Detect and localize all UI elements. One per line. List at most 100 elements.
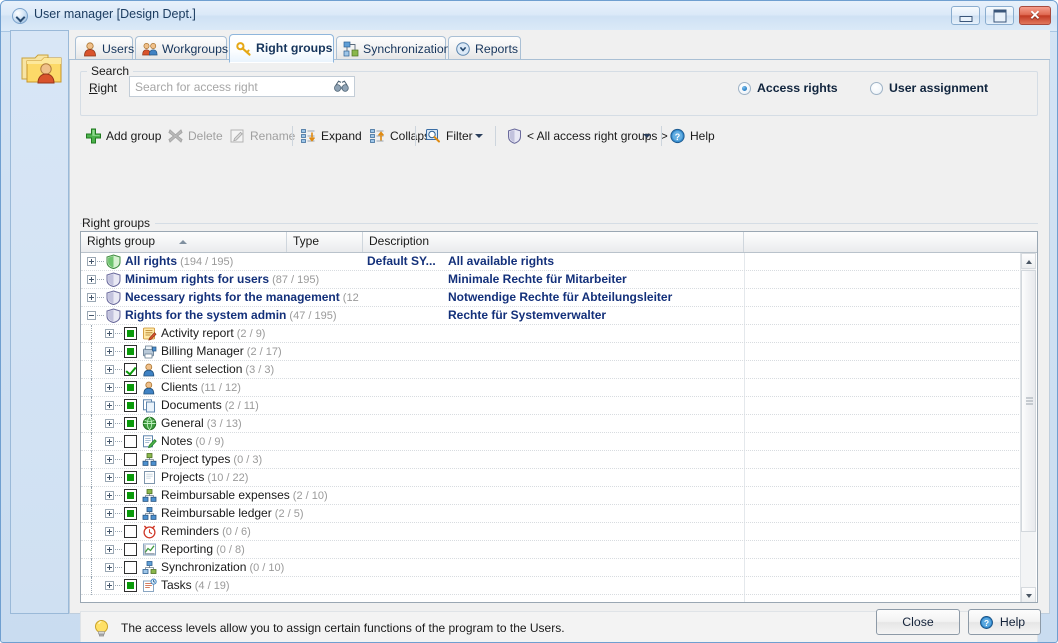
chevron-circle-icon xyxy=(12,8,28,24)
tab-synchronization[interactable]: Synchronization xyxy=(336,36,446,61)
tab-workgroups[interactable]: Workgroups xyxy=(135,36,227,61)
table-row[interactable]: Synchronization (0 / 10) xyxy=(81,559,1021,577)
add-group-button[interactable]: Add group xyxy=(84,122,161,150)
collapse-node-icon[interactable] xyxy=(87,311,96,320)
delete-button[interactable]: Delete xyxy=(166,122,223,150)
minimize-button[interactable] xyxy=(951,6,980,25)
filter-button[interactable]: Filter xyxy=(424,122,473,150)
tree-connector xyxy=(91,361,93,379)
table-row[interactable]: Billing Manager (2 / 17) xyxy=(81,343,1021,361)
tab-reports[interactable]: Reports xyxy=(448,36,521,61)
row-checkbox[interactable] xyxy=(124,381,137,394)
expand-node-icon[interactable] xyxy=(105,527,114,536)
table-row[interactable]: Necessary rights for the management (12N… xyxy=(81,289,1021,307)
table-row[interactable]: Reimbursable ledger (2 / 5) xyxy=(81,505,1021,523)
row-checkbox[interactable] xyxy=(124,471,137,484)
row-checkbox[interactable] xyxy=(124,453,137,466)
row-checkbox[interactable] xyxy=(124,507,137,520)
row-checkbox[interactable] xyxy=(124,489,137,502)
table-row[interactable]: Projects (10 / 22) xyxy=(81,469,1021,487)
row-name: All rights (194 / 195) xyxy=(125,253,233,270)
table-row[interactable]: Project types (0 / 3) xyxy=(81,451,1021,469)
row-checkbox[interactable] xyxy=(124,525,137,538)
group-dropdown-arrow-icon[interactable] xyxy=(643,134,651,138)
expand-node-icon[interactable] xyxy=(105,581,114,590)
toolbar-separator xyxy=(292,126,293,146)
table-row[interactable]: Reporting (0 / 8) xyxy=(81,541,1021,559)
table-row[interactable]: Reminders (0 / 6) xyxy=(81,523,1021,541)
expand-node-icon[interactable] xyxy=(87,293,96,302)
toolbar-help-button[interactable]: ? Help xyxy=(668,122,715,150)
expand-node-icon[interactable] xyxy=(87,257,96,266)
column-label: Type xyxy=(293,234,319,248)
expand-button[interactable]: Expand xyxy=(299,122,362,150)
table-row[interactable]: Client selection (3 / 3) xyxy=(81,361,1021,379)
expand-node-icon[interactable] xyxy=(105,491,114,500)
tab-users[interactable]: Users xyxy=(75,36,133,61)
expand-node-icon[interactable] xyxy=(105,383,114,392)
scroll-down-button[interactable] xyxy=(1021,587,1036,603)
radio-user-assignment[interactable]: User assignment xyxy=(870,81,988,95)
svg-text:?: ? xyxy=(675,132,681,142)
help-button[interactable]: ? Help xyxy=(968,609,1041,635)
help-button-label: Help xyxy=(1000,615,1025,629)
expand-node-icon[interactable] xyxy=(105,347,114,356)
table-row[interactable]: Minimum rights for users (87 / 195)Minim… xyxy=(81,271,1021,289)
close-window-button[interactable]: ✕ xyxy=(1019,6,1051,25)
expand-node-icon[interactable] xyxy=(105,509,114,518)
search-input[interactable] xyxy=(130,77,330,96)
table-row[interactable]: Reimbursable expenses (2 / 10) xyxy=(81,487,1021,505)
row-checkbox[interactable] xyxy=(124,363,137,376)
column-header-type[interactable]: Type xyxy=(287,232,363,252)
table-row[interactable]: Notes (0 / 9) xyxy=(81,433,1021,451)
expand-node-icon[interactable] xyxy=(105,401,114,410)
scroll-up-button[interactable] xyxy=(1021,253,1036,269)
binoculars-icon[interactable] xyxy=(334,80,349,93)
radio-access-rights[interactable]: Access rights xyxy=(738,81,838,95)
expand-node-icon[interactable] xyxy=(105,563,114,572)
row-checkbox[interactable] xyxy=(124,417,137,430)
table-row[interactable]: Tasks (4 / 19) xyxy=(81,577,1021,595)
filter-dropdown-arrow-icon[interactable] xyxy=(475,134,483,138)
row-checkbox[interactable] xyxy=(124,345,137,358)
table-row[interactable]: Activity report (2 / 9) xyxy=(81,325,1021,343)
row-checkbox[interactable] xyxy=(124,435,137,448)
search-label-accel: R xyxy=(89,81,98,95)
table-row[interactable]: General (3 / 13) xyxy=(81,415,1021,433)
row-checkbox[interactable] xyxy=(124,543,137,556)
grid-vertical-scrollbar[interactable] xyxy=(1020,253,1036,603)
chevron-down-icon xyxy=(1026,594,1032,598)
expand-node-icon[interactable] xyxy=(105,473,114,482)
column-header-rights-group[interactable]: Rights group xyxy=(81,232,287,252)
table-row[interactable]: Clients (11 / 12) xyxy=(81,379,1021,397)
scrollbar-thumb[interactable] xyxy=(1021,270,1036,532)
row-count: (3 / 13) xyxy=(204,418,242,430)
expand-node-icon[interactable] xyxy=(105,365,114,374)
column-header-extra[interactable] xyxy=(744,232,1037,252)
shield-icon xyxy=(106,272,121,287)
row-checkbox[interactable] xyxy=(124,327,137,340)
tab-right-groups[interactable]: Right groups xyxy=(229,34,334,63)
column-header-description[interactable]: Description xyxy=(363,232,744,252)
row-checkbox[interactable] xyxy=(124,579,137,592)
row-checkbox[interactable] xyxy=(124,399,137,412)
tree-connector xyxy=(115,369,122,371)
expand-node-icon[interactable] xyxy=(105,455,114,464)
close-button[interactable]: Close xyxy=(876,609,960,635)
client-selection-icon xyxy=(142,362,157,377)
maximize-button[interactable] xyxy=(985,6,1014,25)
general-globe-icon xyxy=(142,416,157,431)
rename-button[interactable]: Rename xyxy=(228,122,295,150)
expand-node-icon[interactable] xyxy=(105,419,114,428)
expand-node-icon[interactable] xyxy=(87,275,96,284)
rights-tree-grid[interactable]: Rights group Type Description All rights… xyxy=(80,231,1038,603)
table-row[interactable]: All rights (194 / 195)Default SY...All a… xyxy=(81,253,1021,271)
row-count: (87 / 195) xyxy=(269,274,319,286)
table-row[interactable]: Rights for the system admin (47 / 195)Re… xyxy=(81,307,1021,325)
row-checkbox[interactable] xyxy=(124,561,137,574)
expand-node-icon[interactable] xyxy=(105,545,114,554)
expand-node-icon[interactable] xyxy=(105,329,114,338)
expand-node-icon[interactable] xyxy=(105,437,114,446)
table-row[interactable]: Documents (2 / 11) xyxy=(81,397,1021,415)
search-input-wrapper[interactable] xyxy=(129,76,355,97)
